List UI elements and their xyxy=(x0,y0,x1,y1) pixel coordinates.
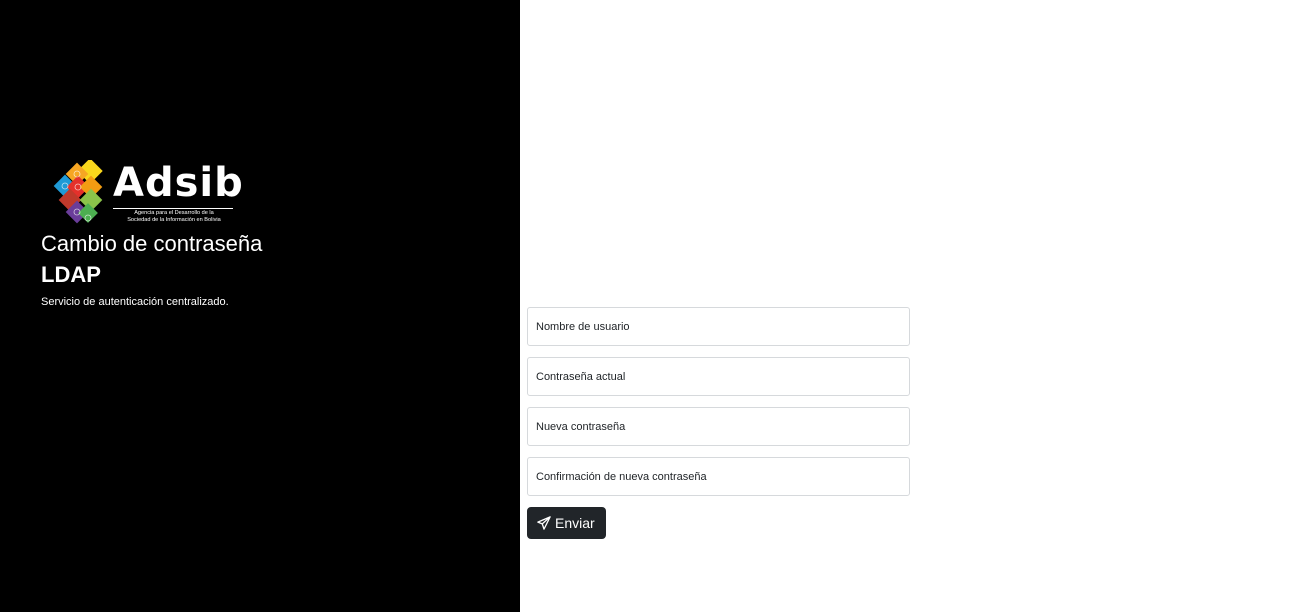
logo-wordmark: Adsib xyxy=(113,160,244,206)
page-subtitle: LDAP xyxy=(41,262,101,287)
page-description: Servicio de autenticación centralizado. xyxy=(41,296,229,308)
new-password-input[interactable] xyxy=(527,407,910,446)
submit-button[interactable]: Enviar xyxy=(527,507,606,539)
brand-block: Adsib Agencia para el Desarrollo de la S… xyxy=(41,160,301,230)
adsib-logo-mark-icon xyxy=(53,160,103,224)
logo-tagline: Agencia para el Desarrollo de la Socieda… xyxy=(113,210,235,224)
paper-plane-icon xyxy=(537,516,551,530)
confirm-password-input[interactable] xyxy=(527,457,910,496)
page-title: Cambio de contraseña xyxy=(41,231,263,256)
submit-button-label: Enviar xyxy=(555,515,595,531)
logo-tagline-line1: Agencia para el Desarrollo de la xyxy=(134,210,214,216)
password-change-form: Enviar xyxy=(527,307,910,539)
logo-tagline-line2: Sociedad de la Información en Bolivia xyxy=(127,217,221,223)
adsib-logo: Adsib Agencia para el Desarrollo de la S… xyxy=(41,160,244,230)
password-change-page: Adsib Agencia para el Desarrollo de la S… xyxy=(0,0,1300,612)
logo-divider xyxy=(113,208,233,209)
form-panel: Enviar xyxy=(520,0,1300,612)
current-password-input[interactable] xyxy=(527,357,910,396)
username-input[interactable] xyxy=(527,307,910,346)
brand-panel: Adsib Agencia para el Desarrollo de la S… xyxy=(0,0,520,612)
